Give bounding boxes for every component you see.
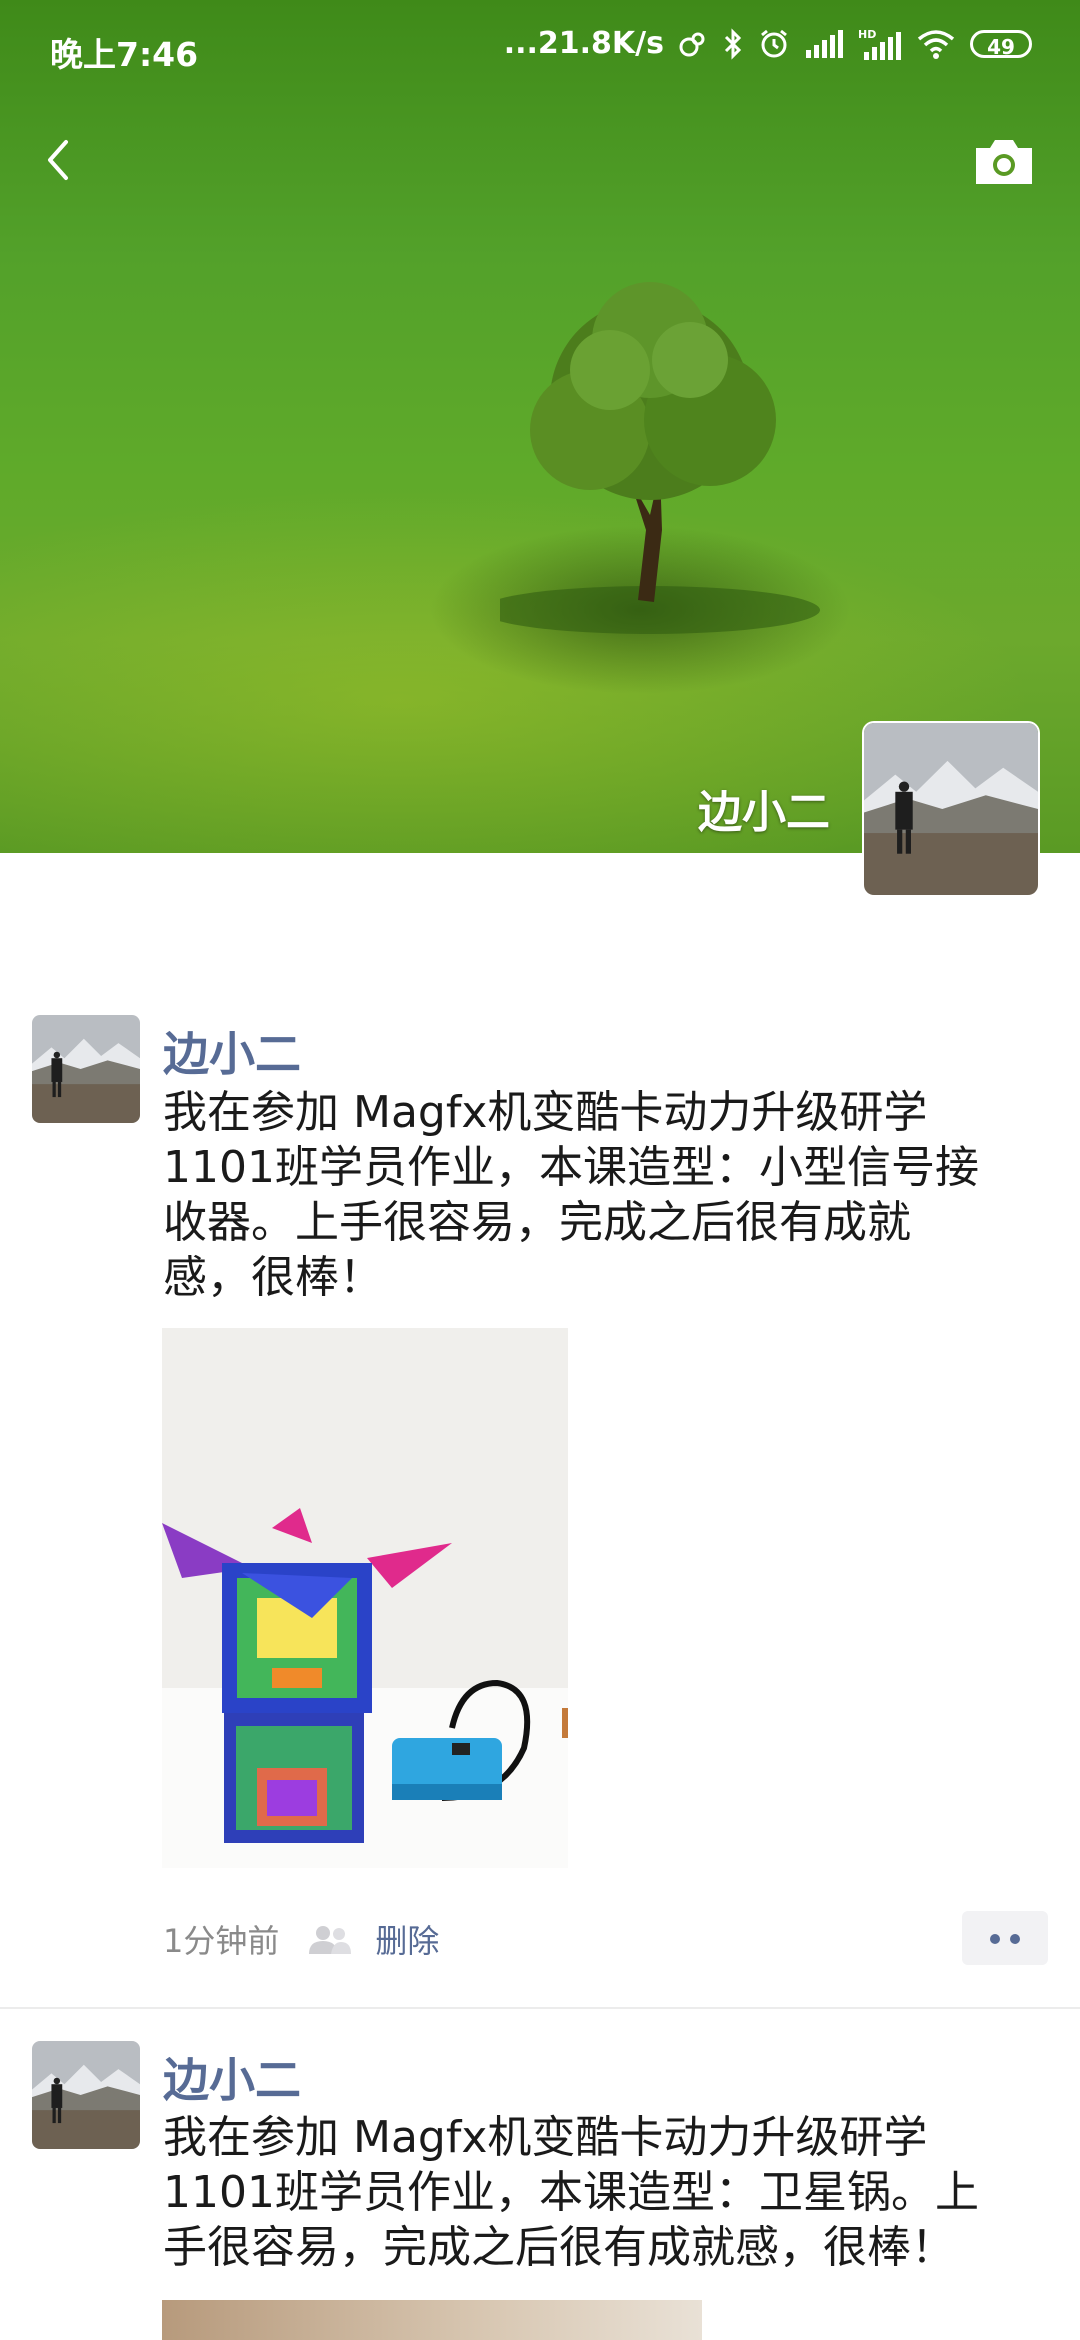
- chevron-left-icon[interactable]: [30, 130, 90, 190]
- author-avatar[interactable]: [32, 2041, 140, 2149]
- wifi-icon: [917, 29, 955, 59]
- svg-text:HD: HD: [858, 28, 876, 41]
- avatar-photo: [32, 2041, 140, 2149]
- battery-icon: 49: [970, 29, 1032, 59]
- profile-name[interactable]: 边小二: [698, 776, 830, 840]
- people-icon[interactable]: [307, 1924, 353, 1954]
- post-time: 1分钟前: [163, 1922, 280, 1960]
- tree-illustration: [500, 282, 820, 634]
- network-speed: ...21.8K/s: [503, 26, 664, 61]
- camera-icon[interactable]: [972, 136, 1036, 188]
- more-dots-icon[interactable]: [962, 1911, 1048, 1965]
- post-photo[interactable]: [162, 1328, 568, 1868]
- profile-avatar[interactable]: [864, 723, 1038, 895]
- author-avatar[interactable]: [32, 1015, 140, 1123]
- post-photo[interactable]: [162, 2300, 702, 2340]
- magnetic-toy-photo: [162, 1328, 568, 1868]
- delete-button[interactable]: 删除: [375, 1916, 439, 1962]
- post-meta: 1分钟前 删除: [163, 1916, 439, 1962]
- avatar-photo: [864, 723, 1038, 895]
- link-icon: [679, 32, 705, 56]
- alarm-icon: [761, 29, 787, 57]
- status-bar: 晚上7:46 ...21.8K/s HD 49: [0, 0, 1080, 96]
- status-icons: ...21.8K/s HD 49: [504, 26, 1032, 61]
- author-name[interactable]: 边小二: [163, 2044, 301, 2110]
- post-text: 我在参加 Magfx机变酷卡动力升级研学 1101班学员作业，本课造型：卫星锅。…: [163, 2112, 979, 2273]
- signal-icon: [806, 29, 843, 58]
- hd-signal-icon: HD: [858, 28, 901, 60]
- post-text: 我在参加 Magfx机变酷卡动力升级研学 1101班学员作业，本课造型：小型信号…: [163, 1087, 979, 1303]
- author-name[interactable]: 边小二: [163, 1018, 301, 1084]
- post-divider: [0, 2007, 1080, 2009]
- status-time: 晚上7:46: [50, 35, 199, 74]
- bluetooth-icon: [724, 27, 742, 60]
- avatar-photo: [32, 1015, 140, 1123]
